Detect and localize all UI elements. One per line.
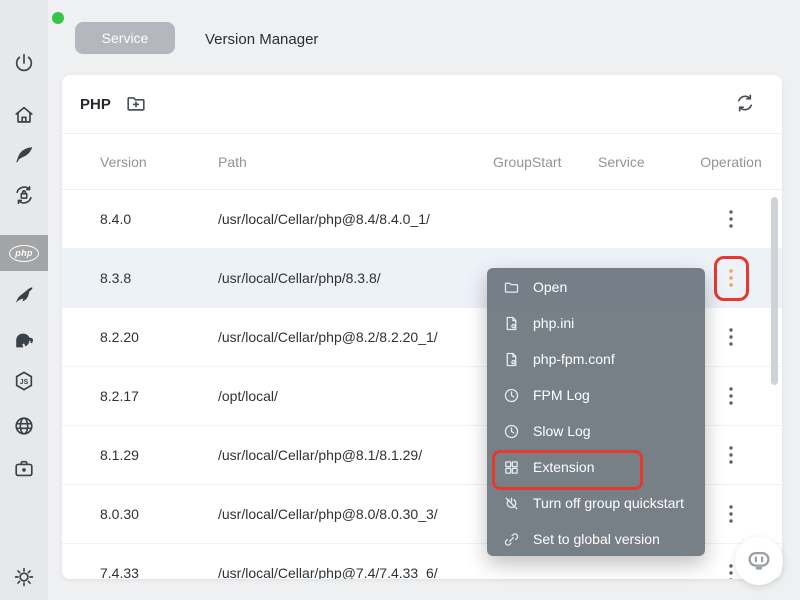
robot-icon [744,545,774,578]
folder-icon [503,279,520,296]
gear-icon [13,566,35,593]
sidebar-item-php[interactable]: php [0,235,48,271]
menu-item-php-ini[interactable]: php.ini [487,305,705,341]
sidebar-item-settings[interactable] [0,567,48,591]
sidebar-item-globe[interactable] [0,416,48,440]
sidebar-item-nodejs[interactable]: JS [0,371,48,395]
path-cell: /usr/local/Cellar/php@7.4/7.4.33_6/ [218,565,493,579]
version-cell: 8.2.20 [100,329,218,345]
row-operation-menu-button[interactable] [720,204,742,234]
sidebar-item-bird[interactable] [0,285,48,309]
menu-item-label: Slow Log [533,423,591,439]
row-context-menu: Open php.ini php-fpm.conf FPM Log Slow L… [487,268,705,556]
menu-item-turn-off-group-quickstart[interactable]: Turn off group quickstart [487,485,705,521]
row-operation-menu-button-active[interactable] [720,263,742,293]
version-cell: 8.1.29 [100,447,218,463]
bird-icon [13,284,35,311]
sidebar-item-home[interactable] [0,105,48,129]
elephant-icon [13,329,35,356]
sidebar: php JS [0,0,48,600]
path-cell: /opt/local/ [218,388,493,404]
menu-item-extension[interactable]: Extension [487,449,705,485]
path-cell: /usr/local/Cellar/php@8.0/8.0.30_3/ [218,506,493,522]
row-operation-menu-button[interactable] [720,322,742,352]
menu-item-label: php.ini [533,315,574,331]
clock-icon [503,423,520,440]
toolbox-icon [13,458,35,485]
version-cell: 8.4.0 [100,211,218,227]
menu-item-fpm-log[interactable]: FPM Log [487,377,705,413]
tab-version-manager[interactable]: Version Manager [205,30,318,48]
active-operation-highlight [714,256,749,301]
add-folder-button[interactable] [125,92,147,117]
menu-item-label: php-fpm.conf [533,351,615,367]
file-edit-icon [503,315,520,332]
assistant-button[interactable] [735,537,783,585]
path-cell: /usr/local/Cellar/php@8.4/8.4.0_1/ [218,211,493,227]
sidebar-item-feather[interactable] [0,145,48,169]
folder-add-icon [125,92,147,117]
power-slash-icon [503,495,520,512]
row-operation-menu-button[interactable] [720,381,742,411]
php-icon: php [9,245,39,262]
path-cell: /usr/local/Cellar/php/8.3.8/ [218,270,493,286]
refresh-icon [734,92,756,117]
menu-item-label: Extension [533,459,594,475]
sidebar-item-toolbox[interactable] [0,459,48,483]
menu-item-set-to-global-version[interactable]: Set to global version [487,521,705,557]
menu-item-open[interactable]: Open [487,269,705,305]
version-cell: 8.0.30 [100,506,218,522]
version-cell: 8.2.17 [100,388,218,404]
power-icon [13,52,35,79]
blocks-icon [503,459,520,476]
sidebar-item-power[interactable] [0,53,48,77]
path-cell: /usr/local/Cellar/php@8.2/8.2.20_1/ [218,329,493,345]
zoom-window-button[interactable] [52,12,64,24]
sidebar-item-lock-sync[interactable] [0,185,48,209]
row-operation-menu-button[interactable] [720,499,742,529]
table-row: 8.4.0 /usr/local/Cellar/php@8.4/8.4.0_1/ [62,190,782,249]
feather-icon [13,144,35,171]
column-header-version: Version [100,154,218,170]
menu-item-slow-log[interactable]: Slow Log [487,413,705,449]
menu-item-label: Turn off group quickstart [533,495,684,511]
column-header-service: Service [598,154,700,170]
menu-item-php-fpm-conf[interactable]: php-fpm.conf [487,341,705,377]
column-header-groupstart: GroupStart [493,154,598,170]
path-cell: /usr/local/Cellar/php@8.1/8.1.29/ [218,447,493,463]
home-icon [13,104,35,131]
menu-item-label: Open [533,279,567,295]
svg-text:JS: JS [20,378,29,385]
file-edit-icon [503,351,520,368]
panel-header: PHP [62,75,782,134]
table-header: Version Path GroupStart Service Operatio… [62,134,782,190]
nodejs-icon: JS [13,370,35,397]
column-header-operation: Operation [700,154,762,170]
clock-icon [503,387,520,404]
version-cell: 8.3.8 [100,270,218,286]
tab-service[interactable]: Service [75,22,175,54]
menu-item-label: Set to global version [533,531,660,547]
column-header-path: Path [218,154,493,170]
row-operation-menu-button[interactable] [720,440,742,470]
panel-title: PHP [80,96,111,113]
menu-item-label: FPM Log [533,387,590,403]
refresh-button[interactable] [734,92,756,117]
link-icon [503,531,520,548]
sidebar-item-elephant[interactable] [0,330,48,354]
version-cell: 7.4.33 [100,565,218,579]
vertical-scrollbar[interactable] [771,197,778,385]
globe-icon [13,415,35,442]
lock-sync-icon [13,184,35,211]
